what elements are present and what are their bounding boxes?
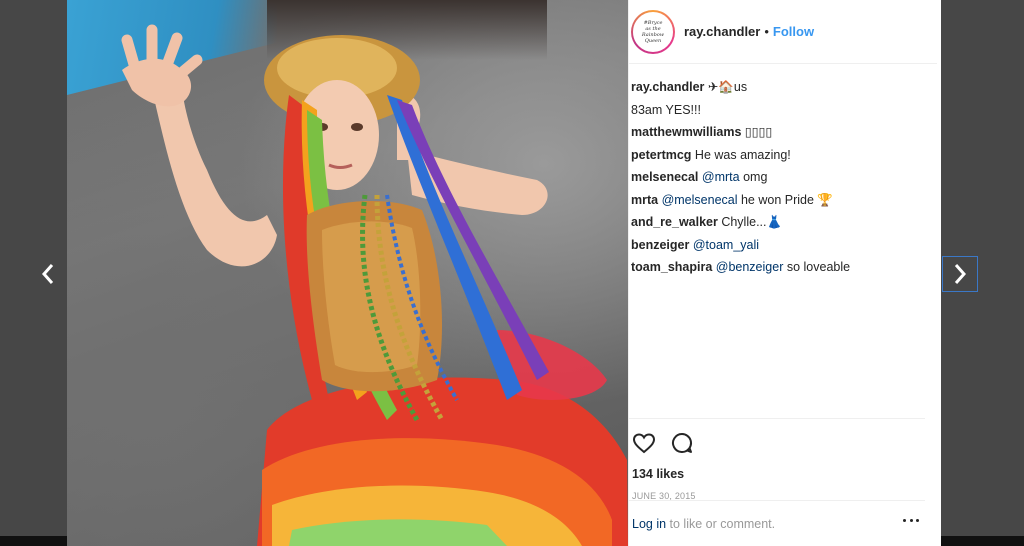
previous-post-button[interactable] xyxy=(30,256,66,292)
action-icons xyxy=(632,429,925,457)
comment-text: ✈🏠us xyxy=(704,80,748,94)
comment-text: he won Pride 🏆 xyxy=(737,192,833,207)
comment-text: 83am YES!!! xyxy=(631,102,701,117)
post-info-panel: #Bryce as the Rainbow Queen ray.chandler… xyxy=(628,0,941,546)
comment-text: Chylle...👗 xyxy=(717,215,783,229)
comment-author[interactable]: matthewmwilliams xyxy=(631,125,741,139)
post-username[interactable]: ray.chandler xyxy=(684,24,760,39)
post-footer: Log in to like or comment. xyxy=(629,500,925,546)
post-modal: #Bryce as the Rainbow Queen ray.chandler… xyxy=(67,0,941,546)
more-options-icon[interactable] xyxy=(903,519,919,525)
next-post-button[interactable] xyxy=(942,256,978,292)
child-in-rainbow-costume-illustration xyxy=(121,24,628,546)
comment-item: benzeiger @toam_yali xyxy=(631,234,925,257)
comment-text: so loveable xyxy=(783,260,851,274)
comment-author[interactable]: toam_shapira xyxy=(631,260,712,274)
comment-author[interactable]: mrta xyxy=(631,193,658,207)
comment-mention[interactable]: @mrta xyxy=(702,170,740,184)
comment-mention[interactable]: @benzeiger xyxy=(716,260,784,274)
comment-item: toam_shapira @benzeiger so loveable xyxy=(631,256,925,279)
comment-author[interactable]: melsenecal xyxy=(631,170,698,184)
comment-mention[interactable]: @toam_yali xyxy=(693,238,759,252)
post-photo[interactable] xyxy=(67,0,628,546)
comment-item: mrta @melsenecal he won Pride 🏆 xyxy=(631,189,925,212)
comment-item: ray.chandler ✈🏠us xyxy=(631,76,925,99)
comment-mention[interactable]: @melsenecal xyxy=(662,193,738,207)
comment-item: and_re_walker Chylle...👗 xyxy=(631,211,925,234)
heart-icon[interactable] xyxy=(632,431,656,455)
more-dot xyxy=(909,519,913,522)
likes-count[interactable]: 134 likes xyxy=(632,467,925,481)
comment-author[interactable]: and_re_walker xyxy=(631,215,718,229)
post-header: #Bryce as the Rainbow Queen ray.chandler… xyxy=(629,0,937,64)
comment-author[interactable]: benzeiger xyxy=(631,238,689,252)
login-prompt: Log in to like or comment. xyxy=(632,517,775,531)
follow-button[interactable]: Follow xyxy=(773,24,814,39)
comment-item: 83am YES!!! xyxy=(631,99,925,122)
comment-item: petertmcg He was amazing! xyxy=(631,144,925,167)
chevron-left-icon xyxy=(41,264,54,284)
comment-item: matthewmwilliams ▯▯▯▯ xyxy=(631,121,925,144)
comment-author[interactable]: ray.chandler xyxy=(631,80,704,94)
comment-author[interactable]: petertmcg xyxy=(631,148,691,162)
more-dot xyxy=(903,519,906,522)
avatar-text-line: Queen xyxy=(644,37,662,44)
avatar[interactable]: #Bryce as the Rainbow Queen xyxy=(631,9,675,54)
comment-item: melsenecal @mrta omg xyxy=(631,166,925,189)
comment-text: ▯▯▯▯ xyxy=(741,125,773,139)
comment-text: omg xyxy=(739,170,768,184)
comment-bubble-icon[interactable] xyxy=(670,431,694,455)
login-prompt-text: to like or comment. xyxy=(666,516,776,531)
header-separator: • xyxy=(764,24,769,39)
login-link[interactable]: Log in xyxy=(632,517,666,531)
more-dot xyxy=(916,519,919,522)
chevron-right-icon xyxy=(954,264,967,284)
post-actions: 134 likes JUNE 30, 2015 xyxy=(629,418,925,501)
comment-text: He was amazing! xyxy=(691,147,791,162)
avatar-image: #Bryce as the Rainbow Queen xyxy=(633,11,673,52)
comment-list: ray.chandler ✈🏠us 83am YES!!! matthewmwi… xyxy=(615,64,941,279)
